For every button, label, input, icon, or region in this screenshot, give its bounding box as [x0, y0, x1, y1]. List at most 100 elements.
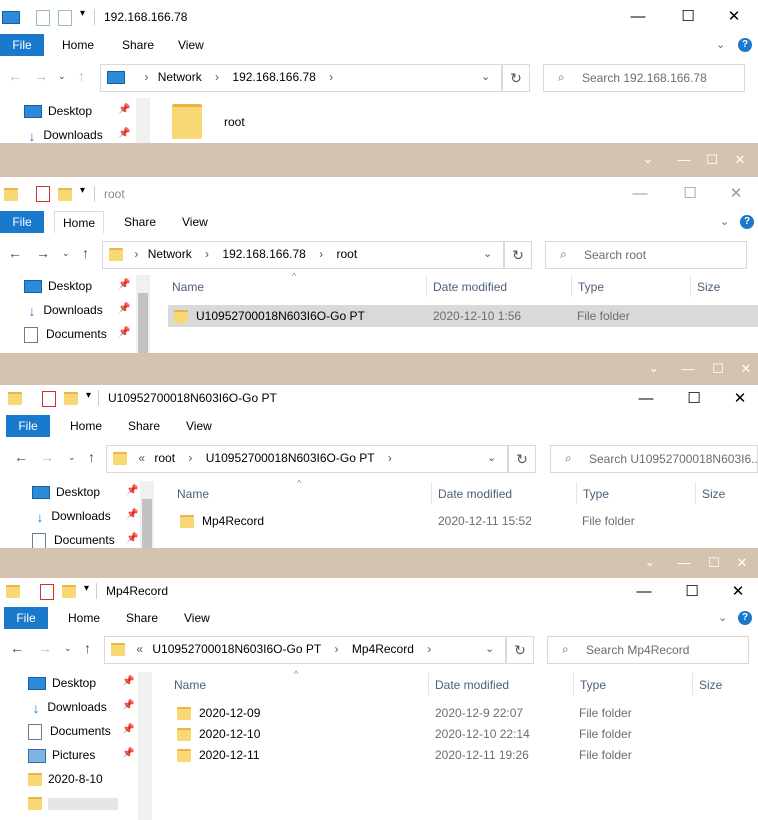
table-row[interactable]: 2020-12-11 2020-12-11 19:26 File folder	[171, 744, 758, 766]
refresh-icon[interactable]: ↻	[506, 636, 534, 664]
nav-item-desktop[interactable]: Desktop	[24, 100, 92, 122]
up-button[interactable]: ↑	[82, 245, 89, 261]
column-header-size[interactable]: Size	[702, 487, 725, 501]
column-divider[interactable]	[695, 482, 696, 504]
maximize-icon[interactable]: ☐	[666, 177, 714, 211]
nav-item-2020-8-10[interactable]: 2020-8-10	[28, 768, 103, 790]
pin-icon[interactable]: 📌	[126, 485, 138, 496]
share-tab[interactable]: Share	[114, 34, 162, 56]
nav-item-obscured[interactable]	[28, 792, 118, 814]
column-divider[interactable]	[690, 275, 691, 297]
nav-item-documents[interactable]: Documents	[28, 720, 111, 742]
breadcrumb-device-folder[interactable]: U10952700018N603I6O-Go PT	[206, 451, 375, 465]
column-divider[interactable]	[573, 673, 574, 695]
pin-icon[interactable]: 📌	[122, 724, 134, 735]
properties-icon[interactable]	[40, 584, 54, 600]
search-input[interactable]: ⌕ Search 192.168.166.78	[543, 64, 745, 92]
address-bar[interactable]: › Network › 192.168.166.78 › ⌄	[100, 64, 502, 92]
recent-locations-icon[interactable]: ⌄	[68, 452, 76, 463]
nav-item-downloads[interactable]: ↓ Downloads	[28, 696, 107, 718]
back-button[interactable]: ←	[8, 68, 22, 84]
up-button[interactable]: ↑	[84, 640, 91, 656]
address-bar[interactable]: « U10952700018N603I6O-Go PT › Mp4Record …	[104, 636, 506, 664]
table-row[interactable]: 2020-12-10 2020-12-10 22:14 File folder	[171, 723, 758, 745]
customize-quick-access-icon[interactable]: ▾	[80, 185, 85, 201]
help-icon[interactable]: ?	[740, 215, 754, 229]
share-tab[interactable]: Share	[118, 607, 166, 629]
refresh-icon[interactable]: ↻	[502, 64, 530, 92]
pin-icon[interactable]: 📌	[118, 303, 130, 314]
scroll-thumb[interactable]	[138, 293, 148, 353]
view-tab[interactable]: View	[170, 34, 212, 56]
pin-icon[interactable]: 📌	[122, 676, 134, 687]
column-header-type[interactable]: Type	[578, 280, 604, 294]
home-tab[interactable]: Home	[54, 34, 102, 56]
table-row[interactable]: Mp4Record 2020-12-11 15:52 File folder	[174, 510, 758, 532]
column-header-size[interactable]: Size	[699, 678, 722, 692]
pin-icon[interactable]: 📌	[122, 748, 134, 759]
share-tab[interactable]: Share	[116, 211, 164, 233]
address-history-icon[interactable]: ⌄	[483, 247, 492, 260]
breadcrumb-network[interactable]: Network	[148, 247, 192, 261]
column-header-date[interactable]: Date modified	[433, 280, 507, 294]
address-bar[interactable]: « root › U10952700018N603I6O-Go PT › ⌄	[106, 445, 508, 473]
chevron-down-icon[interactable]: ⌄	[628, 143, 668, 177]
nav-scrollbar[interactable]	[138, 672, 152, 820]
column-header-name[interactable]: Name	[177, 487, 209, 501]
view-tab[interactable]: View	[176, 607, 218, 629]
overflow-crumbs[interactable]: «	[136, 642, 143, 656]
pin-icon[interactable]: 📌	[118, 327, 130, 338]
nav-item-documents[interactable]: Documents	[32, 529, 115, 548]
new-folder-icon[interactable]	[58, 10, 72, 26]
nav-item-downloads[interactable]: ↓ Downloads	[32, 505, 111, 527]
nav-item-downloads[interactable]: ↓ Downloads	[24, 299, 103, 321]
nav-scrollbar[interactable]	[136, 275, 150, 353]
column-header-date[interactable]: Date modified	[435, 678, 509, 692]
properties-icon[interactable]	[36, 10, 50, 26]
close-icon[interactable]: ✕	[710, 0, 758, 34]
help-icon[interactable]: ?	[738, 38, 752, 52]
nav-scrollbar[interactable]	[136, 98, 150, 143]
breadcrumb-host[interactable]: 192.168.166.78	[222, 247, 305, 261]
back-button[interactable]: ←	[10, 640, 24, 656]
close-icon[interactable]: ✕	[712, 177, 758, 211]
search-input[interactable]: ⌕ Search Mp4Record	[547, 636, 749, 664]
maximize-icon[interactable]: ☐	[668, 578, 716, 606]
new-folder-icon[interactable]	[62, 584, 84, 600]
new-folder-icon[interactable]	[64, 391, 86, 407]
pin-icon[interactable]: 📌	[118, 128, 130, 139]
breadcrumb-host[interactable]: 192.168.166.78	[232, 70, 315, 84]
view-tab[interactable]: View	[174, 211, 216, 233]
close-icon[interactable]: ✕	[722, 548, 758, 578]
recent-locations-icon[interactable]: ⌄	[62, 248, 70, 259]
forward-button[interactable]: →	[36, 245, 50, 261]
close-icon[interactable]: ✕	[720, 143, 758, 177]
nav-scrollbar[interactable]	[140, 481, 154, 548]
forward-button[interactable]: →	[38, 640, 52, 656]
close-icon[interactable]: ✕	[716, 385, 758, 413]
pin-icon[interactable]: 📌	[126, 533, 138, 544]
scroll-thumb[interactable]	[142, 499, 152, 548]
expand-ribbon-icon[interactable]: ⌄	[716, 34, 725, 56]
customize-quick-access-icon[interactable]: ▾	[86, 390, 91, 406]
pin-icon[interactable]: 📌	[118, 104, 130, 115]
customize-quick-access-icon[interactable]: ▾	[84, 583, 89, 599]
address-history-icon[interactable]: ⌄	[481, 70, 490, 83]
address-history-icon[interactable]: ⌄	[485, 642, 494, 655]
refresh-icon[interactable]: ↻	[508, 445, 536, 473]
table-row[interactable]: U10952700018N603I6O-Go PT 2020-12-10 1:5…	[168, 305, 758, 327]
properties-icon[interactable]	[36, 186, 50, 202]
nav-item-desktop[interactable]: Desktop	[28, 672, 96, 694]
refresh-icon[interactable]: ↻	[504, 241, 532, 269]
minimize-icon[interactable]: —	[614, 0, 662, 34]
column-divider[interactable]	[426, 275, 427, 297]
column-header-date[interactable]: Date modified	[438, 487, 512, 501]
help-icon[interactable]: ?	[738, 611, 752, 625]
column-divider[interactable]	[431, 482, 432, 504]
file-tab[interactable]: File	[0, 34, 44, 56]
table-row[interactable]: 2020-12-09 2020-12-9 22:07 File folder	[171, 702, 758, 724]
breadcrumb-root[interactable]: root	[337, 247, 358, 261]
nav-item-desktop[interactable]: Desktop	[32, 481, 100, 503]
up-button[interactable]: ↑	[88, 449, 95, 465]
home-tab[interactable]: Home	[60, 607, 108, 629]
